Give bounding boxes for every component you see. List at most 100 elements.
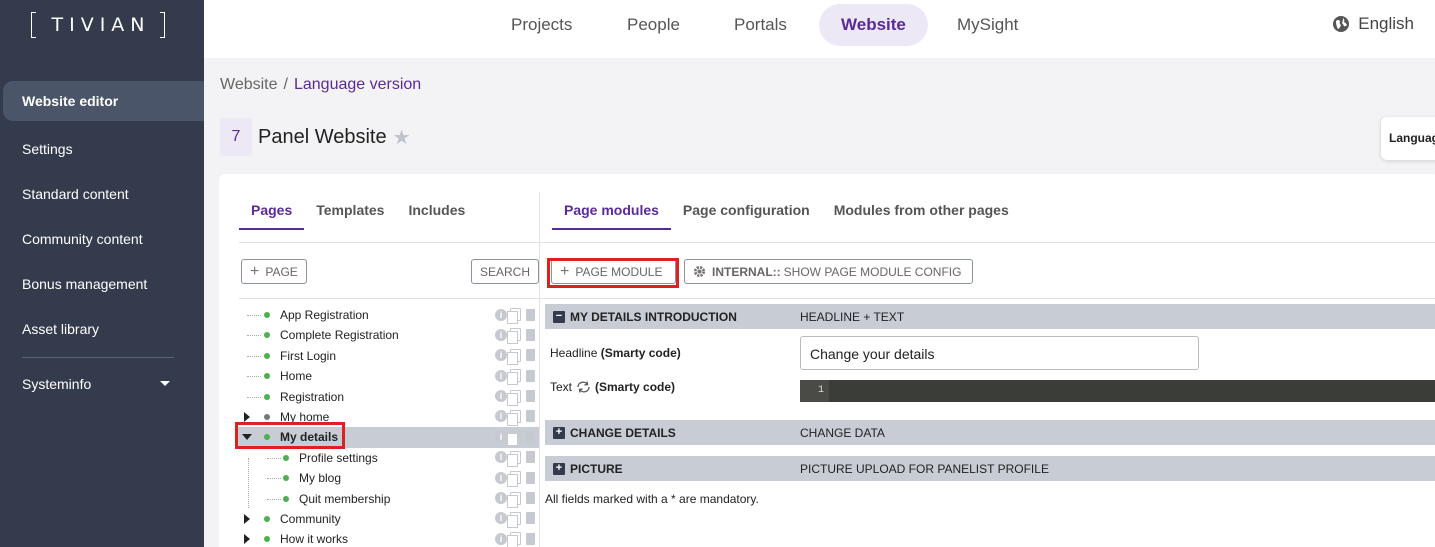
copy-icon[interactable] — [507, 308, 521, 324]
info-icon[interactable]: i — [495, 492, 507, 505]
tab-page-configuration[interactable]: Page configuration — [683, 202, 810, 230]
trash-icon[interactable] — [526, 390, 535, 403]
breadcrumb-current[interactable]: Language version — [294, 76, 421, 93]
expand-icon[interactable]: + — [553, 462, 565, 475]
trash-icon[interactable] — [526, 410, 535, 423]
show-module-config-button[interactable]: INTERNAL:: SHOW PAGE MODULE CONFIG — [684, 259, 973, 284]
copy-icon[interactable] — [507, 532, 521, 547]
module-header-picture[interactable]: + PICTURE PICTURE UPLOAD FOR PANELIST PR… — [545, 456, 1435, 481]
collapse-icon[interactable]: − — [553, 310, 565, 323]
highlight-box-page-module — [547, 258, 679, 288]
info-icon[interactable]: i — [495, 512, 507, 525]
trash-icon[interactable] — [526, 308, 535, 321]
left-button-divider — [239, 298, 539, 299]
info-icon[interactable]: i — [495, 451, 507, 464]
status-dot — [264, 312, 270, 318]
copy-icon[interactable] — [507, 430, 521, 447]
list-item[interactable]: Registration i — [237, 387, 539, 407]
module-header-my-details-introduction[interactable]: − MY DETAILS INTRODUCTION HEADLINE + TEX… — [545, 304, 1435, 329]
info-icon[interactable]: i — [495, 532, 507, 545]
sidebar-item-settings[interactable]: Settings — [0, 126, 204, 171]
internal-config-label: SHOW PAGE MODULE CONFIG — [783, 264, 962, 279]
nav-website[interactable]: Website — [819, 4, 928, 46]
tree-item-label: Community — [280, 511, 341, 526]
list-item[interactable]: Complete Registration i — [237, 325, 539, 345]
right-button-divider — [540, 298, 1435, 299]
language-version-card[interactable]: Languag — [1381, 117, 1435, 160]
copy-icon[interactable] — [507, 369, 521, 386]
trash-icon[interactable] — [526, 471, 535, 484]
copy-icon[interactable] — [507, 409, 521, 426]
copy-icon[interactable] — [507, 348, 521, 365]
info-icon[interactable]: i — [495, 369, 507, 382]
tab-modules-from-other-pages[interactable]: Modules from other pages — [834, 202, 1009, 230]
trash-icon[interactable] — [526, 369, 535, 382]
breadcrumb-separator: / — [283, 76, 288, 93]
language-selector[interactable]: English — [1332, 14, 1414, 34]
plus-icon: + — [250, 262, 260, 280]
expand-icon[interactable]: + — [553, 426, 565, 439]
tab-pages[interactable]: Pages — [239, 202, 305, 230]
info-icon[interactable]: i — [495, 349, 507, 362]
expand-arrow-icon[interactable] — [244, 411, 250, 422]
list-item[interactable]: First Login i — [237, 346, 539, 366]
nav-projects[interactable]: Projects — [489, 4, 594, 46]
list-item[interactable]: Home i — [237, 366, 539, 386]
trash-icon[interactable] — [526, 451, 535, 464]
code-editor[interactable]: 1 — [800, 380, 1435, 402]
trash-icon[interactable] — [526, 430, 535, 443]
copy-icon[interactable] — [507, 511, 521, 528]
breadcrumb: Website / Language version — [220, 76, 421, 94]
tivian-logo[interactable]: TIVIAN — [31, 11, 165, 39]
info-icon[interactable]: i — [495, 430, 507, 443]
sidebar-item-standard-content[interactable]: Standard content — [0, 171, 204, 216]
left-tabs: Pages Templates Includes — [239, 202, 489, 230]
sidebar-item-bonus-management[interactable]: Bonus management — [0, 261, 204, 306]
list-item[interactable]: My blog i — [237, 468, 539, 488]
star-icon[interactable]: ★ — [393, 125, 411, 150]
list-item[interactable]: Profile settings i — [237, 448, 539, 468]
copy-icon[interactable] — [507, 389, 521, 406]
tab-templates[interactable]: Templates — [316, 202, 384, 230]
copy-icon[interactable] — [507, 328, 521, 345]
list-item[interactable]: Quit membership i — [237, 489, 539, 509]
trash-icon[interactable] — [526, 532, 535, 545]
status-dot — [283, 475, 289, 482]
sidebar-item-website-editor[interactable]: Website editor — [3, 81, 204, 121]
info-icon[interactable]: i — [495, 471, 507, 484]
search-button[interactable]: SEARCH — [471, 259, 540, 284]
copy-icon[interactable] — [507, 450, 521, 467]
trash-icon[interactable] — [526, 512, 535, 525]
refresh-icon[interactable] — [576, 381, 591, 393]
breadcrumb-root[interactable]: Website — [220, 76, 278, 93]
nav-portals[interactable]: Portals — [712, 4, 809, 46]
trash-icon[interactable] — [526, 328, 535, 341]
copy-icon[interactable] — [507, 491, 521, 508]
sidebar-item-systeminfo[interactable]: Systeminfo — [0, 361, 204, 406]
tab-includes[interactable]: Includes — [408, 202, 465, 230]
nav-mysight[interactable]: MySight — [935, 4, 1040, 46]
info-icon[interactable]: i — [495, 390, 507, 403]
list-item[interactable]: App Registration i — [237, 305, 539, 325]
info-icon[interactable]: i — [495, 328, 507, 341]
info-icon[interactable]: i — [495, 410, 507, 423]
sidebar-item-community-content[interactable]: Community content — [0, 216, 204, 261]
list-item[interactable]: How it works i — [237, 529, 539, 547]
headline-input[interactable]: Change your details — [800, 336, 1199, 370]
trash-icon[interactable] — [526, 349, 535, 362]
info-icon[interactable]: i — [495, 308, 507, 321]
expand-arrow-icon[interactable] — [244, 534, 250, 545]
list-item[interactable]: Community i — [237, 509, 539, 529]
add-page-button[interactable]: + PAGE — [241, 259, 307, 284]
expand-arrow-icon[interactable] — [244, 513, 250, 524]
sidebar-item-asset-library[interactable]: Asset library — [0, 306, 204, 351]
chevron-down-icon — [160, 381, 170, 386]
nav-people[interactable]: People — [605, 4, 702, 46]
copy-icon[interactable] — [507, 471, 521, 488]
trash-icon[interactable] — [526, 492, 535, 505]
module-header-change-details[interactable]: + CHANGE DETAILS CHANGE DATA — [545, 420, 1435, 445]
language-label: English — [1358, 14, 1414, 33]
tree-item-label: Profile settings — [299, 450, 378, 465]
tree-connector — [248, 458, 249, 508]
tab-page-modules[interactable]: Page modules — [552, 202, 671, 230]
